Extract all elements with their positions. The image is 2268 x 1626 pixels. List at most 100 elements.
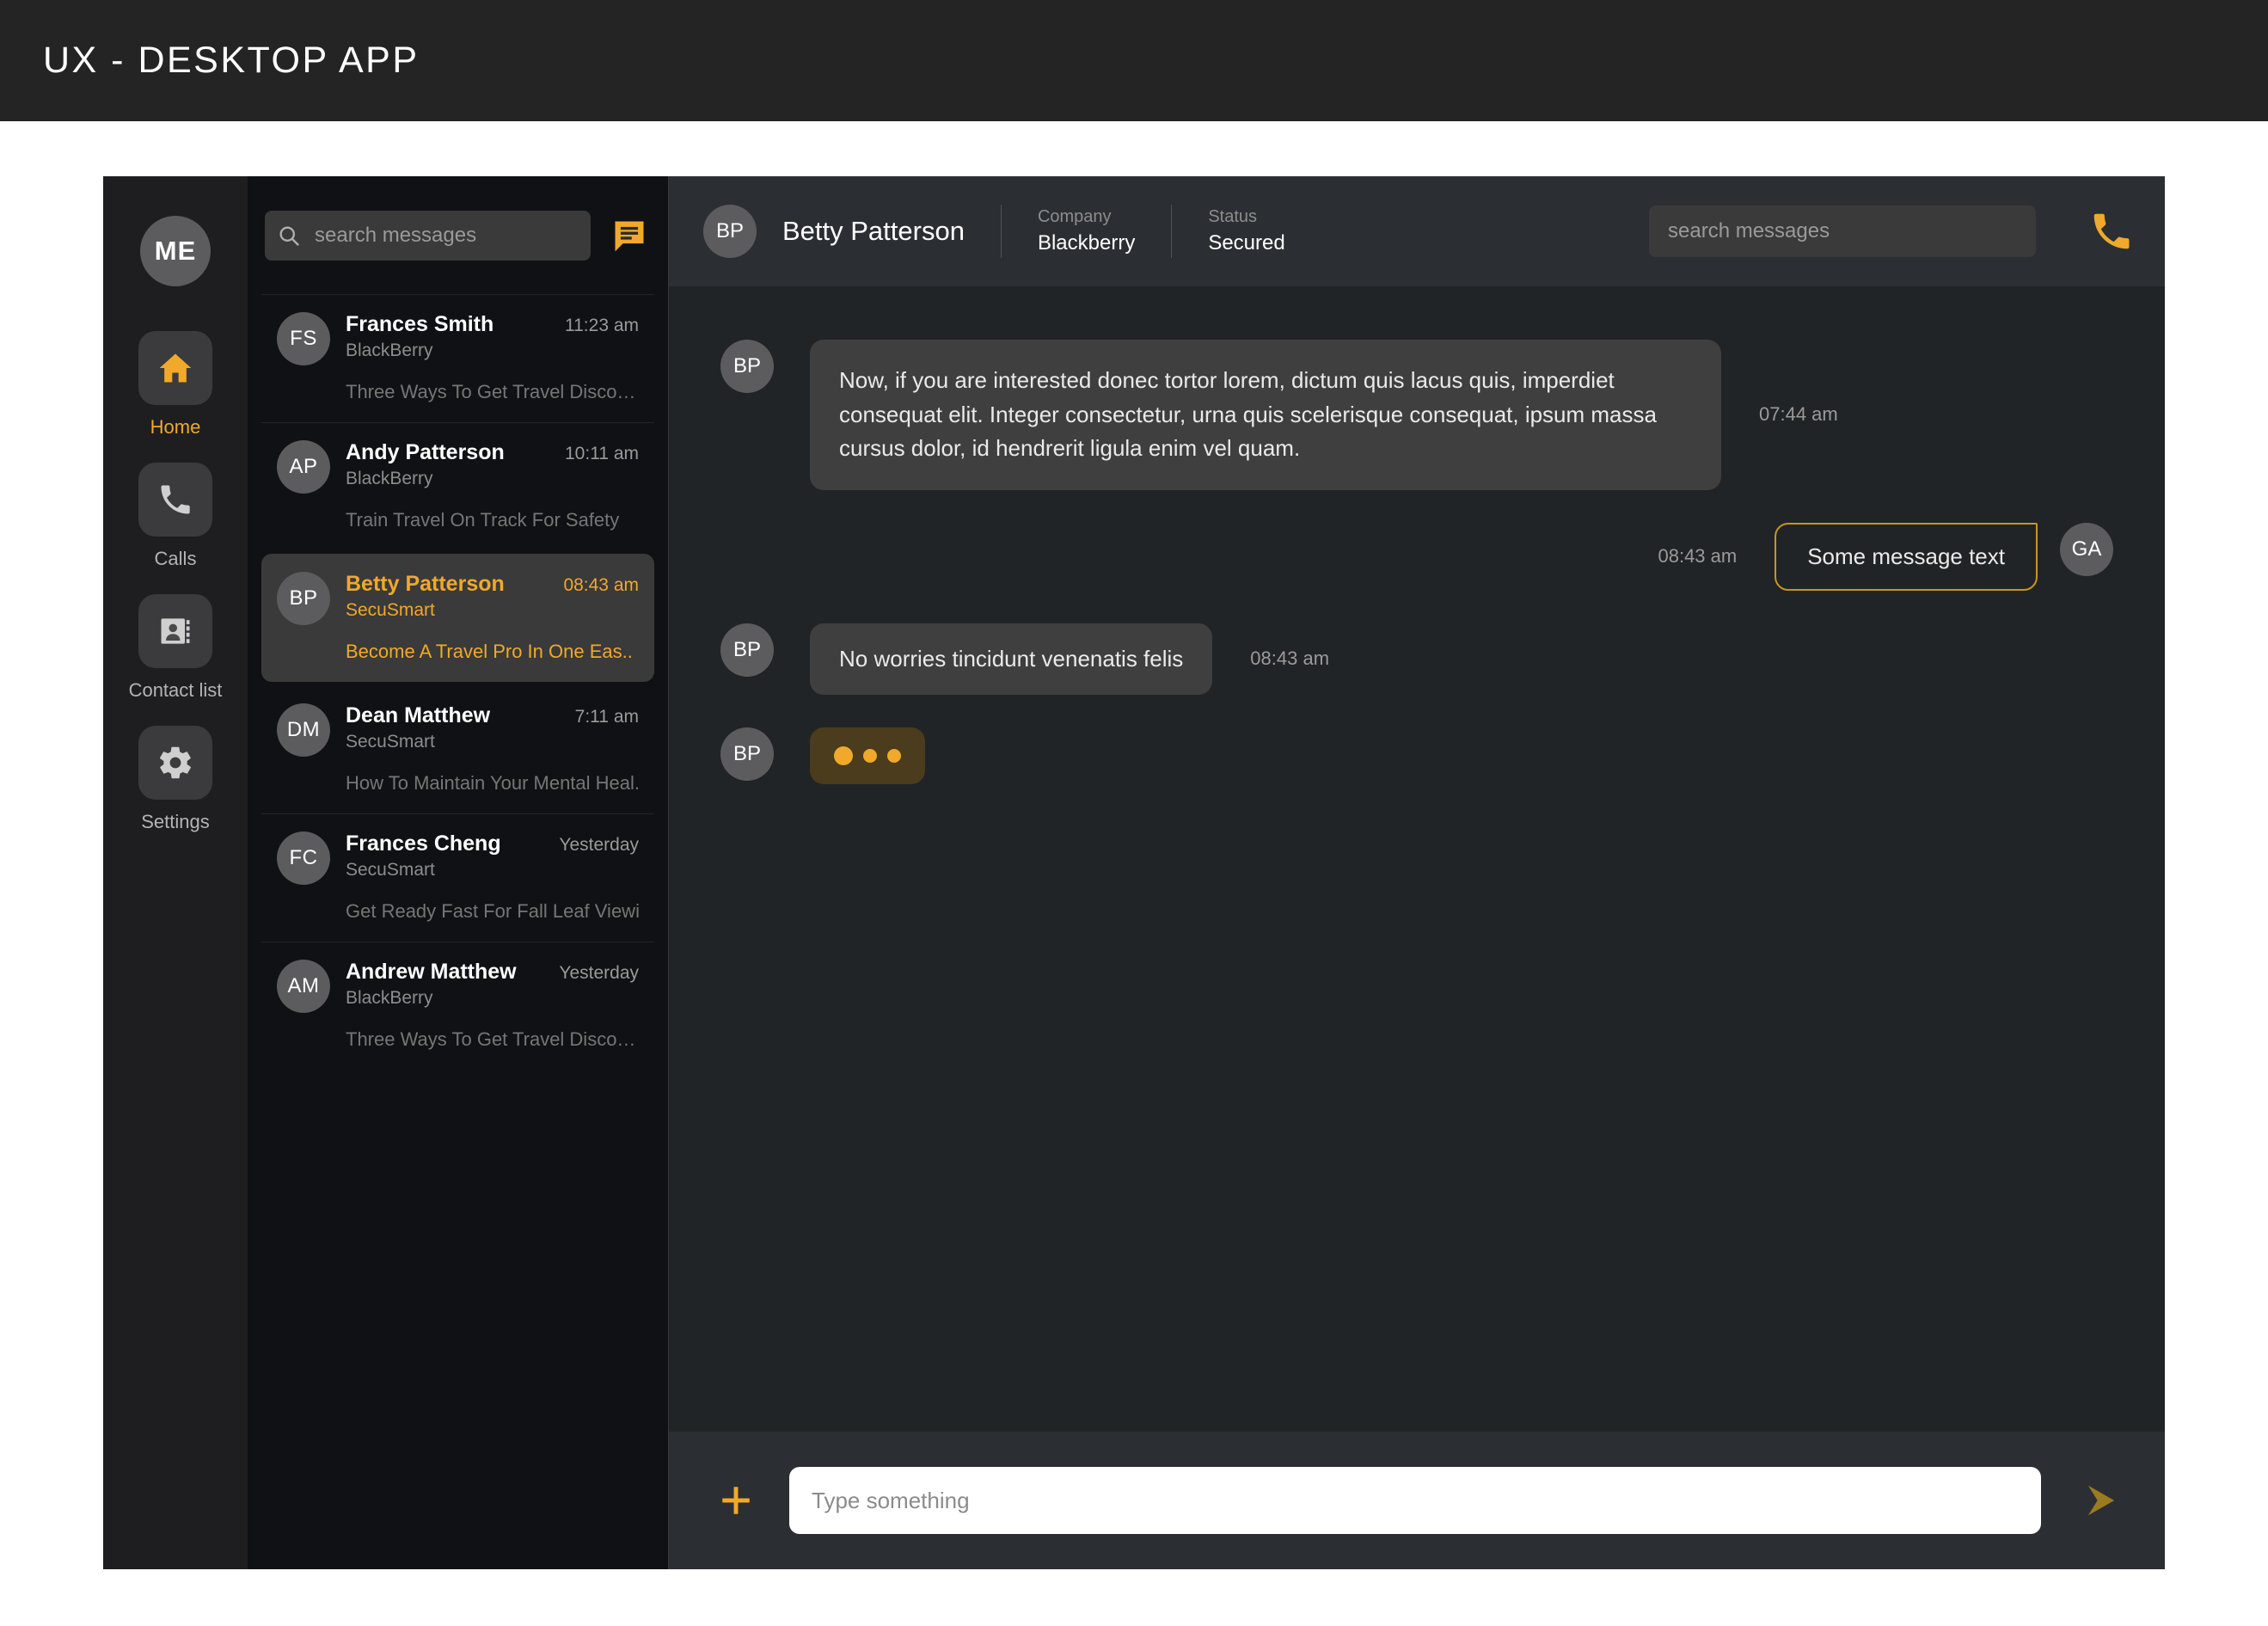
divider: [1000, 205, 1002, 258]
calls-tile: [138, 463, 212, 537]
settings-tile: [138, 726, 212, 800]
conversation-snippet: Become A Travel Pro In One Eas..: [346, 641, 633, 662]
phone-icon[interactable]: [2087, 207, 2136, 255]
avatar: AM: [277, 960, 330, 1013]
list-item[interactable]: FS Frances Smith 11:23 am BlackBerry Thr…: [261, 294, 654, 422]
message-bubble: Now, if you are interested donec tortor …: [810, 340, 1721, 490]
message-thread[interactable]: BP Now, if you are interested donec tort…: [669, 286, 2165, 1432]
status-label: Status: [1208, 207, 1258, 226]
status-badge: Secured: [1208, 231, 1285, 255]
conversation-name: Andrew Matthew: [346, 960, 517, 984]
sidebar-item-label-home: Home: [150, 416, 201, 438]
conversation-time: 08:43 am: [563, 575, 639, 595]
avatar: FC: [277, 831, 330, 885]
list-item[interactable]: DM Dean Matthew 7:11 am SecuSmart How To…: [261, 685, 654, 813]
conversation-snippet: Three Ways To Get Travel Disco…: [346, 381, 636, 402]
typing-dot-icon: [863, 749, 877, 764]
avatar: AP: [277, 440, 330, 494]
typing-indicator: [810, 727, 925, 785]
sidebar-item-label-calls: Calls: [154, 548, 197, 569]
search-input[interactable]: search messages: [315, 224, 476, 248]
conversation-time: 7:11 am: [574, 707, 639, 727]
home-tile: [138, 331, 212, 405]
message-row-typing: BP: [720, 727, 2113, 785]
typing-dot-icon: [887, 749, 901, 764]
chat-search-input[interactable]: search messages: [1668, 219, 1830, 243]
sidebar-item-contact-list[interactable]: Contact list: [103, 594, 248, 702]
avatar: DM: [277, 703, 330, 757]
search-messages-box[interactable]: search messages: [265, 210, 591, 261]
message-row-incoming: BP No worries tincidunt venenatis felis …: [720, 623, 2113, 696]
conversation-org: SecuSmart: [346, 600, 435, 620]
conversation-time: Yesterday: [559, 963, 639, 983]
sidebar-item-home[interactable]: Home: [103, 331, 248, 439]
composer-bar: Type something: [669, 1432, 2165, 1569]
message-time: 08:43 am: [1658, 545, 1738, 568]
conversation-list[interactable]: FS Frances Smith 11:23 am BlackBerry Thr…: [248, 294, 668, 1569]
contact-list-tile: [138, 594, 212, 668]
sidebar-rail: ME Home Calls Contact list Settings: [103, 176, 248, 1569]
conversation-name: Dean Matthew: [346, 703, 491, 727]
chat-contact-name: Betty Patterson: [782, 216, 965, 246]
page-header: UX - DESKTOP APP: [0, 0, 2268, 121]
avatar-me[interactable]: ME: [140, 216, 211, 286]
chat-header: BP Betty Patterson Company Blackberry St…: [669, 176, 2165, 286]
app-window: ME Home Calls Contact list Settings sear…: [103, 176, 2165, 1569]
conversation-list-panel: search messages FS Frances Smith 11:23 a…: [248, 176, 669, 1569]
phone-icon: [156, 481, 194, 518]
message-bubble: No worries tincidunt venenatis felis: [810, 623, 1213, 696]
conversation-name: Betty Patterson: [346, 572, 505, 596]
status-meta: Status Secured: [1208, 207, 1304, 255]
conversation-name: Frances Cheng: [346, 831, 501, 856]
avatar: BP: [720, 727, 774, 782]
conversation-org: SecuSmart: [346, 732, 435, 752]
avatar: BP: [703, 205, 757, 258]
sidebar-item-calls[interactable]: Calls: [103, 463, 248, 570]
company-meta: Company Blackberry: [1038, 207, 1135, 255]
message-bubble: Some message text: [1775, 522, 2038, 591]
chat-panel: BP Betty Patterson Company Blackberry St…: [669, 176, 2165, 1569]
list-item[interactable]: AM Andrew Matthew Yesterday BlackBerry T…: [261, 942, 654, 1070]
message-input-placeholder: Type something: [812, 1487, 970, 1513]
home-icon: [156, 349, 194, 387]
divider: [1171, 205, 1173, 258]
message-row-outgoing: 08:43 am Some message text GA: [720, 522, 2113, 591]
chat-search-box[interactable]: search messages: [1649, 206, 2036, 257]
new-message-icon[interactable]: [610, 216, 649, 255]
sidebar-item-label-contact-list: Contact list: [128, 679, 223, 701]
avatar: BP: [720, 340, 774, 393]
sidebar-item-label-settings: Settings: [141, 811, 210, 832]
message-input[interactable]: Type something: [789, 1467, 2041, 1534]
send-icon[interactable]: [2075, 1475, 2127, 1526]
gear-icon: [156, 744, 194, 782]
message-row-incoming: BP Now, if you are interested donec tort…: [720, 340, 2113, 490]
contact-card-icon: [156, 612, 194, 650]
plus-icon[interactable]: [717, 1482, 755, 1519]
list-item[interactable]: FC Frances Cheng Yesterday SecuSmart Get…: [261, 813, 654, 942]
sidebar-item-settings[interactable]: Settings: [103, 726, 248, 833]
company-value: Blackberry: [1037, 231, 1136, 255]
conversation-org: SecuSmart: [346, 860, 435, 880]
conversation-time: 10:11 am: [565, 444, 639, 463]
conversation-name: Frances Smith: [346, 312, 494, 336]
conversation-org: BlackBerry: [346, 988, 433, 1008]
conversation-time: 11:23 am: [565, 316, 639, 335]
search-icon: [277, 224, 301, 248]
message-time: 08:43 am: [1250, 647, 1330, 670]
avatar: GA: [2060, 522, 2113, 576]
avatar: FS: [277, 312, 330, 365]
company-label: Company: [1037, 207, 1112, 226]
conversation-snippet: Get Ready Fast For Fall Leaf Viewi…: [346, 900, 639, 922]
conversation-name: Andy Patterson: [346, 440, 505, 464]
list-item[interactable]: AP Andy Patterson 10:11 am BlackBerry Tr…: [261, 422, 654, 550]
conversation-snippet: Train Travel On Track For Safety: [346, 509, 620, 531]
conversation-list-header: search messages: [248, 176, 668, 294]
conversation-org: BlackBerry: [346, 469, 433, 488]
conversation-time: Yesterday: [559, 835, 639, 855]
avatar: BP: [720, 623, 774, 677]
list-item-selected[interactable]: BP Betty Patterson 08:43 am SecuSmart Be…: [261, 554, 654, 682]
conversation-snippet: Three Ways To Get Travel Disco…: [346, 1028, 636, 1050]
message-time: 07:44 am: [1759, 403, 1838, 426]
page-title: UX - DESKTOP APP: [43, 40, 420, 81]
conversation-snippet: How To Maintain Your Mental Heal..: [346, 772, 639, 794]
